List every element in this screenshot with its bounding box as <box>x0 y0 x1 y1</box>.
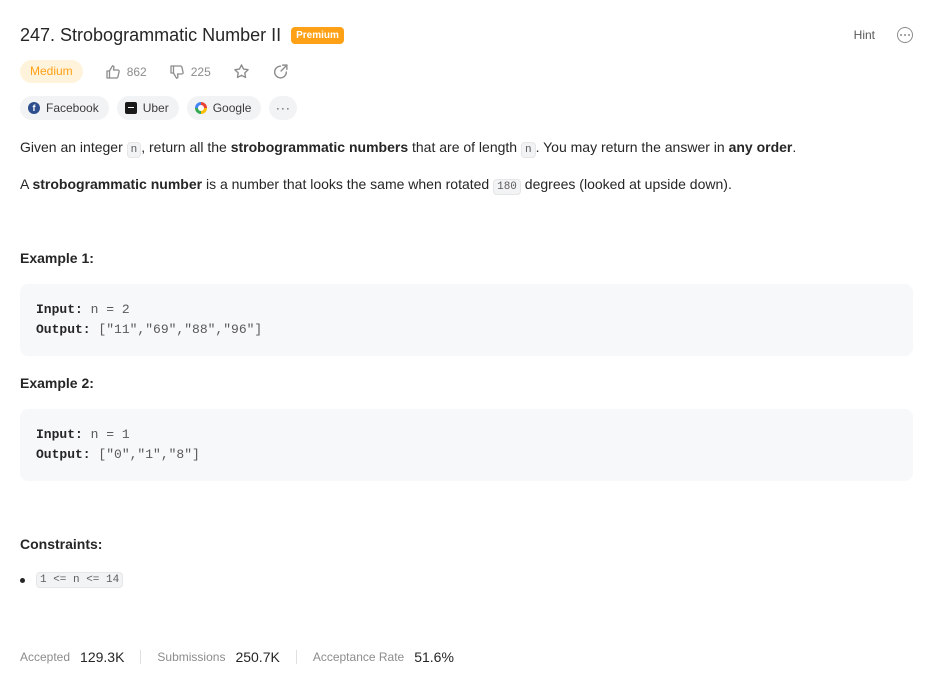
company-name: Google <box>212 100 252 115</box>
example-2-title: Example 2: <box>20 375 94 391</box>
text: that are of length <box>408 139 521 155</box>
example-2-box: Input: n = 1 Output: ["0","1","8"] <box>20 409 913 481</box>
example-1-title: Example 1: <box>20 250 94 266</box>
like-count: 862 <box>126 64 147 79</box>
example-1-box: Input: n = 2 Output: ["11","69","88","96… <box>20 284 913 356</box>
accepted-label: Accepted <box>20 650 71 664</box>
company-tag-google[interactable]: Google <box>186 95 262 120</box>
company-tag-facebook[interactable]: f Facebook <box>20 95 109 120</box>
divider <box>140 650 142 664</box>
company-tag-uber[interactable]: Uber <box>116 95 179 120</box>
dislike-button[interactable]: 225 <box>169 64 211 80</box>
output-label: Output: <box>36 447 91 462</box>
more-options-icon[interactable] <box>897 27 913 43</box>
inline-code: n <box>126 142 142 158</box>
output-value: ["11","69","88","96"] <box>90 322 263 337</box>
bold-text: strobogrammatic number <box>32 176 203 192</box>
text: . <box>792 139 797 155</box>
difficulty-badge: Medium <box>20 60 83 83</box>
bold-text: any order <box>728 139 793 155</box>
input-value: n = 2 <box>82 302 130 317</box>
divider <box>295 650 297 664</box>
meta-row: Medium 862 225 <box>20 59 289 84</box>
acceptance-rate-value: 51.6% <box>414 649 454 665</box>
accepted-value: 129.3K <box>80 649 125 665</box>
example-input-line: Input: n = 2 <box>36 300 897 320</box>
text: A <box>20 176 33 192</box>
company-name: Facebook <box>46 100 99 115</box>
constraint-code: 1 <= n <= 14 <box>36 572 124 588</box>
premium-badge: Premium <box>291 26 344 44</box>
inline-code: 180 <box>493 179 521 195</box>
dislike-count: 225 <box>190 64 211 79</box>
text: . You may return the answer in <box>535 139 729 155</box>
thumbs-down-icon <box>170 64 184 79</box>
output-label: Output: <box>36 322 91 337</box>
constraint-item: 1 <= n <= 14 <box>20 572 124 588</box>
bullet-icon <box>20 577 25 583</box>
description-paragraph-2: A strobogrammatic number is a number tha… <box>20 174 913 197</box>
thumbs-up-icon <box>106 64 120 79</box>
text: degrees (looked at upside down). <box>520 176 732 192</box>
more-companies-button[interactable]: ··· <box>269 95 298 120</box>
title-actions: Hint <box>854 27 913 43</box>
google-logo-icon <box>194 101 207 114</box>
output-value: ["0","1","8"] <box>90 447 200 462</box>
company-tags: f Facebook Uber Google ··· <box>20 95 298 120</box>
description-paragraph-1: Given an integer n, return all the strob… <box>20 137 913 160</box>
share-button[interactable] <box>272 63 289 80</box>
problem-title: 247. Strobogrammatic Number II <box>20 24 282 45</box>
example-output-line: Output: ["0","1","8"] <box>36 445 897 465</box>
submissions-value: 250.7K <box>235 649 280 665</box>
constraints-title: Constraints: <box>20 536 103 552</box>
title-row: 247. Strobogrammatic Number II Premium H… <box>20 22 913 48</box>
example-input-line: Input: n = 1 <box>36 425 897 445</box>
input-value: n = 1 <box>82 427 130 442</box>
acceptance-rate-label: Acceptance Rate <box>312 650 405 664</box>
text: Given an integer <box>20 139 127 155</box>
text: , return all the <box>141 139 231 155</box>
bold-text: strobogrammatic numbers <box>230 139 409 155</box>
like-button[interactable]: 862 <box>105 64 147 80</box>
more-icon: ··· <box>275 100 291 115</box>
stats-bar: Accepted 129.3K Submissions 250.7K Accep… <box>20 647 454 667</box>
star-icon <box>233 64 249 79</box>
inline-code: n <box>520 142 536 158</box>
facebook-logo-icon: f <box>28 101 40 114</box>
submissions-label: Submissions <box>157 650 226 664</box>
favorite-button[interactable] <box>233 63 250 80</box>
input-label: Input: <box>36 302 83 317</box>
uber-logo-icon <box>124 101 137 114</box>
hint-button[interactable]: Hint <box>854 28 875 42</box>
input-label: Input: <box>36 427 83 442</box>
text: is a number that looks the same when rot… <box>202 176 494 192</box>
share-icon <box>273 64 288 79</box>
company-name: Uber <box>142 100 169 115</box>
example-output-line: Output: ["11","69","88","96"] <box>36 320 897 340</box>
